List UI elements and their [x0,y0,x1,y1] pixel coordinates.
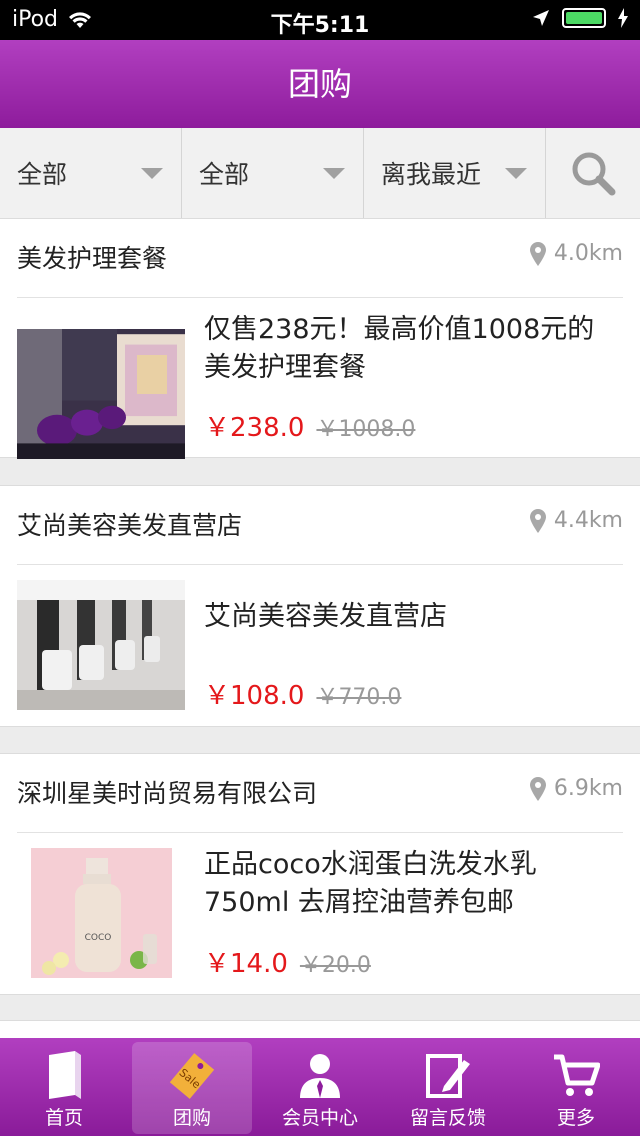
tab-home[interactable]: 首页 [0,1038,128,1136]
deal-thumbnail [17,329,185,459]
current-price: ￥238.0 [204,413,305,443]
tab-feedback[interactable]: 留言反馈 [384,1038,512,1136]
category-filter[interactable]: 全部 [0,128,182,218]
product-brand-text: COCO [85,933,112,943]
original-price: ￥770.0 [316,685,402,710]
dropdown-arrow-icon [505,168,527,179]
deal-description: 仅售238元！最高价值1008元的美发护理套餐 [204,314,595,383]
distance: 4.4km [529,508,623,533]
member-icon [300,1054,340,1098]
deal-thumbnail [17,580,185,710]
status-bar: iPod 下午5:11 [0,0,640,40]
distance-value: 4.0km [553,241,623,266]
location-pin-icon [529,508,546,533]
tab-group-buy[interactable]: Sale 团购 [128,1038,256,1136]
shop-name: 艾尚美容美发直营店 [17,511,243,540]
area-filter[interactable]: 全部 [182,128,364,218]
deal-price-row: ￥108.0 ￥770.0 [204,675,401,712]
tab-label: 留言反馈 [409,1107,486,1129]
dropdown-arrow-icon [323,168,345,179]
deal-header: 深圳星美时尚贸易有限公司 6.9km [17,754,623,833]
tab-more[interactable]: 更多 [512,1038,640,1136]
current-price: ￥14.0 [204,949,288,979]
current-price: ￥108.0 [204,681,305,711]
filter-label: 全部 [199,160,250,189]
original-price: ￥1008.0 [316,417,416,442]
shop-name: 深圳星美时尚贸易有限公司 [17,779,318,808]
sort-filter[interactable]: 离我最近 [364,128,546,218]
deal-header: 美发护理套餐 4.0km [17,219,623,298]
filter-bar: 全部 全部 离我最近 [0,128,640,219]
sale-tag-icon: Sale [169,1053,215,1099]
page-title: 团购 [287,65,352,103]
battery-icon [562,8,606,28]
book-icon [49,1051,81,1099]
tab-label: 首页 [44,1107,83,1129]
search-icon [572,152,616,196]
deal-card[interactable]: 艾尚美容美发直营店 4.4km 艾尚美容美发直营店 ￥108.0 ￥770.0 [0,485,640,727]
deal-description: 艾尚美容美发直营店 [204,601,447,632]
shop-name: 美发护理套餐 [17,244,168,273]
deal-card[interactable]: 美发护理套餐 4.0km 仅售238元！最高价值1008元的美发护理套餐 ￥23… [0,218,640,459]
deal-price-row: ￥14.0 ￥20.0 [204,943,371,980]
distance-value: 6.9km [553,776,623,801]
deal-card[interactable]: 深圳星美时尚贸易有限公司 6.9km COCO 正品coco水润蛋白洗发水乳75… [0,753,640,995]
tab-label: 更多 [556,1107,595,1129]
distance: 6.9km [529,776,623,801]
tab-label: 会员中心 [281,1107,358,1129]
tab-bar: 首页 Sale 团购 会员中心 留言反馈 更多 [0,1038,640,1136]
original-price: ￥20.0 [299,953,371,978]
nav-bar: 团购 [0,40,640,128]
distance-value: 4.4km [553,508,623,533]
tab-member-center[interactable]: 会员中心 [256,1038,384,1136]
deal-thumbnail: COCO [31,848,172,978]
edit-note-icon [426,1054,470,1098]
charging-icon [618,8,628,28]
location-pin-icon [529,776,546,801]
distance: 4.0km [529,241,623,266]
filter-label: 离我最近 [381,160,482,189]
deal-header: 艾尚美容美发直营店 4.4km [17,486,623,565]
dropdown-arrow-icon [141,168,163,179]
deal-price-row: ￥238.0 ￥1008.0 [204,407,415,444]
search-button[interactable] [546,128,640,218]
location-pin-icon [529,241,546,266]
location-arrow-icon [533,10,549,26]
filter-label: 全部 [17,160,68,189]
deal-description: 正品coco水润蛋白洗发水乳750ml 去屑控油营养包邮 [204,849,537,918]
cart-icon [554,1054,600,1096]
tab-label: 团购 [172,1107,211,1129]
